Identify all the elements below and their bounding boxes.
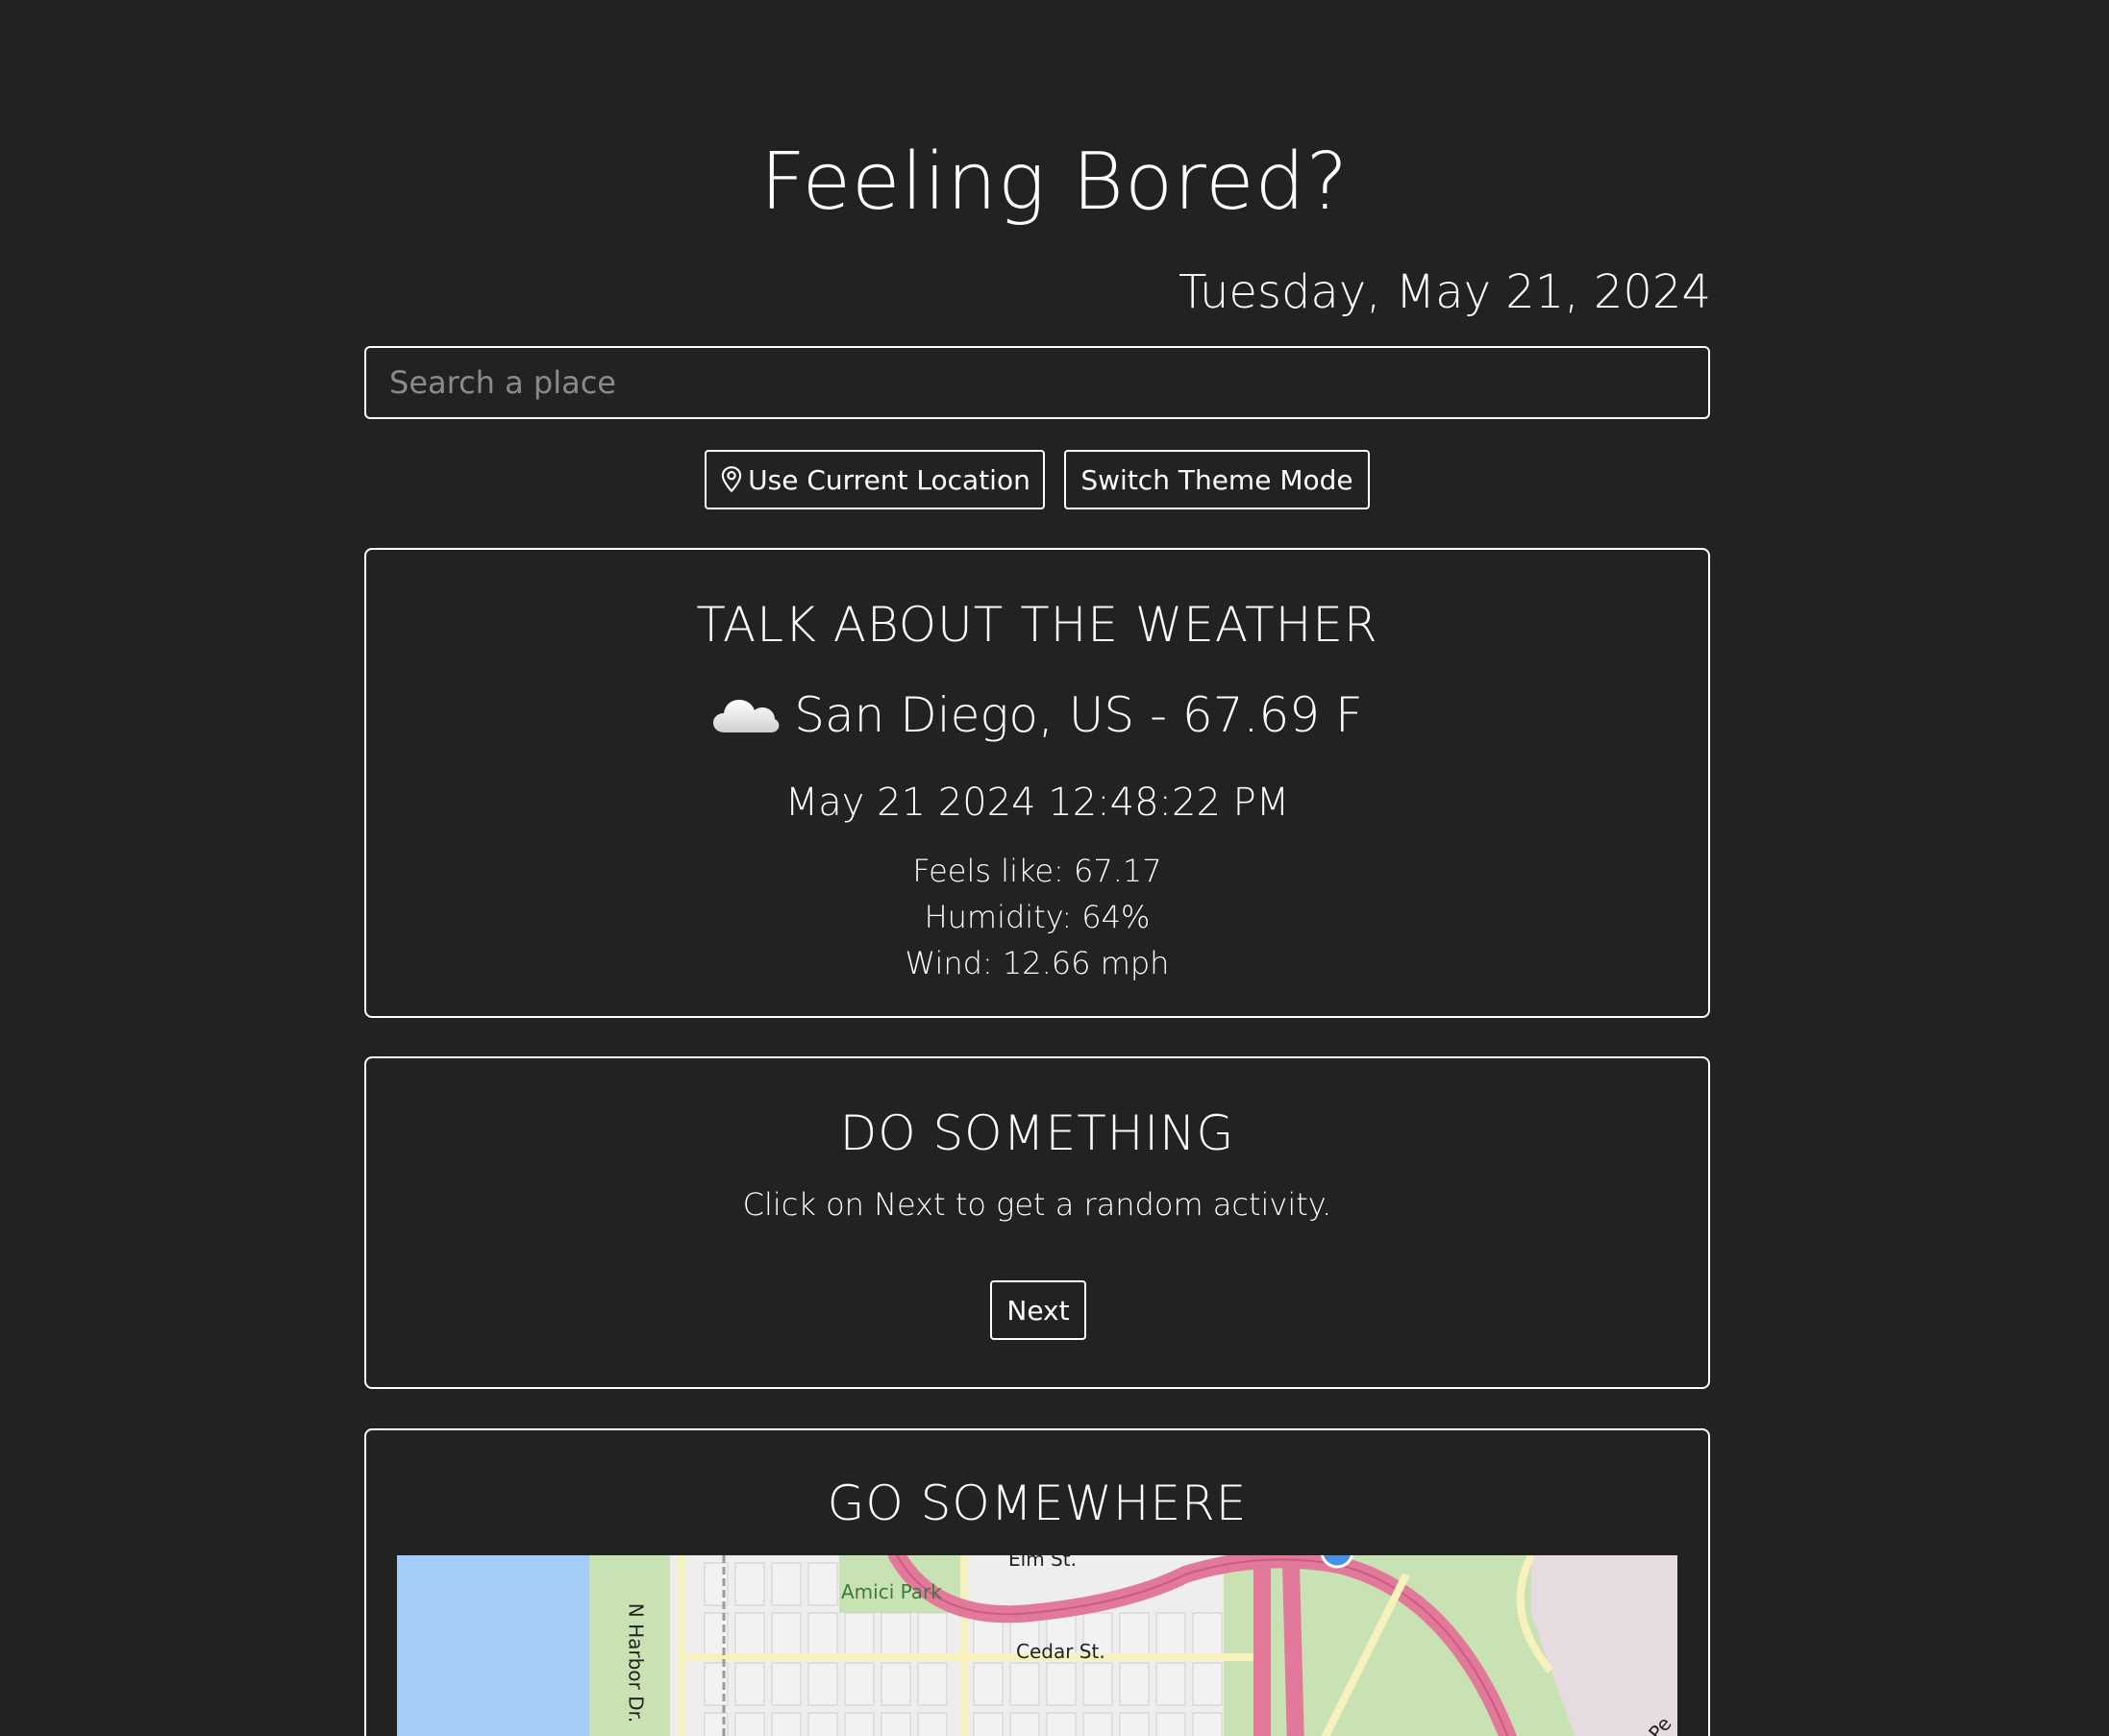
go-heading: GO SOMEWHERE xyxy=(827,1476,1248,1531)
activity-card: DO SOMETHING Click on Next to get a rand… xyxy=(364,1056,1710,1389)
use-current-location-button[interactable]: Use Current Location xyxy=(705,450,1045,509)
use-current-location-label: Use Current Location xyxy=(748,463,1030,496)
weather-heading: TALK ABOUT THE WEATHER xyxy=(696,597,1378,653)
next-button[interactable]: Next xyxy=(990,1280,1086,1340)
weather-city-text: San Diego, US - 67.69 F xyxy=(794,687,1363,743)
map[interactable]: Elm St. Amici Park Cedar St. N Harbor Dr… xyxy=(397,1555,1677,1736)
map-pin-icon xyxy=(721,466,742,493)
map-label-elm: Elm St. xyxy=(1008,1555,1077,1571)
map-label-cedar: Cedar St. xyxy=(1016,1640,1105,1663)
switch-theme-button[interactable]: Switch Theme Mode xyxy=(1064,450,1370,509)
go-somewhere-card: GO SOMEWHERE Elm St. Amici Park Cedar St… xyxy=(364,1428,1710,1736)
weather-feels-like: Feels like: 67.17 xyxy=(912,853,1162,889)
switch-theme-label: Switch Theme Mode xyxy=(1080,463,1353,496)
map-water xyxy=(397,1555,589,1736)
map-label-amici: Amici Park xyxy=(841,1580,942,1603)
weather-city-line: San Diego, US - 67.69 F xyxy=(366,684,1708,746)
page-title: Feeling Bored? xyxy=(759,136,1350,228)
cloud-icon xyxy=(713,700,780,732)
current-date: Tuesday, May 21, 2024 xyxy=(1178,265,1711,319)
activity-heading: DO SOMETHING xyxy=(839,1105,1235,1161)
weather-humidity: Humidity: 64% xyxy=(924,899,1151,935)
page: Feeling Bored? Tuesday, May 21, 2024 Use… xyxy=(0,0,2109,1736)
activity-prompt: Click on Next to get a random activity. xyxy=(742,1186,1332,1223)
weather-wind: Wind: 12.66 mph xyxy=(905,945,1170,981)
map-label-harbor: N Harbor Dr. xyxy=(624,1602,648,1724)
weather-datetime: May 21 2024 12:48:22 PM xyxy=(784,781,1290,825)
weather-card: TALK ABOUT THE WEATHER San Diego, US - 6… xyxy=(364,548,1710,1018)
search-input[interactable] xyxy=(364,346,1710,419)
